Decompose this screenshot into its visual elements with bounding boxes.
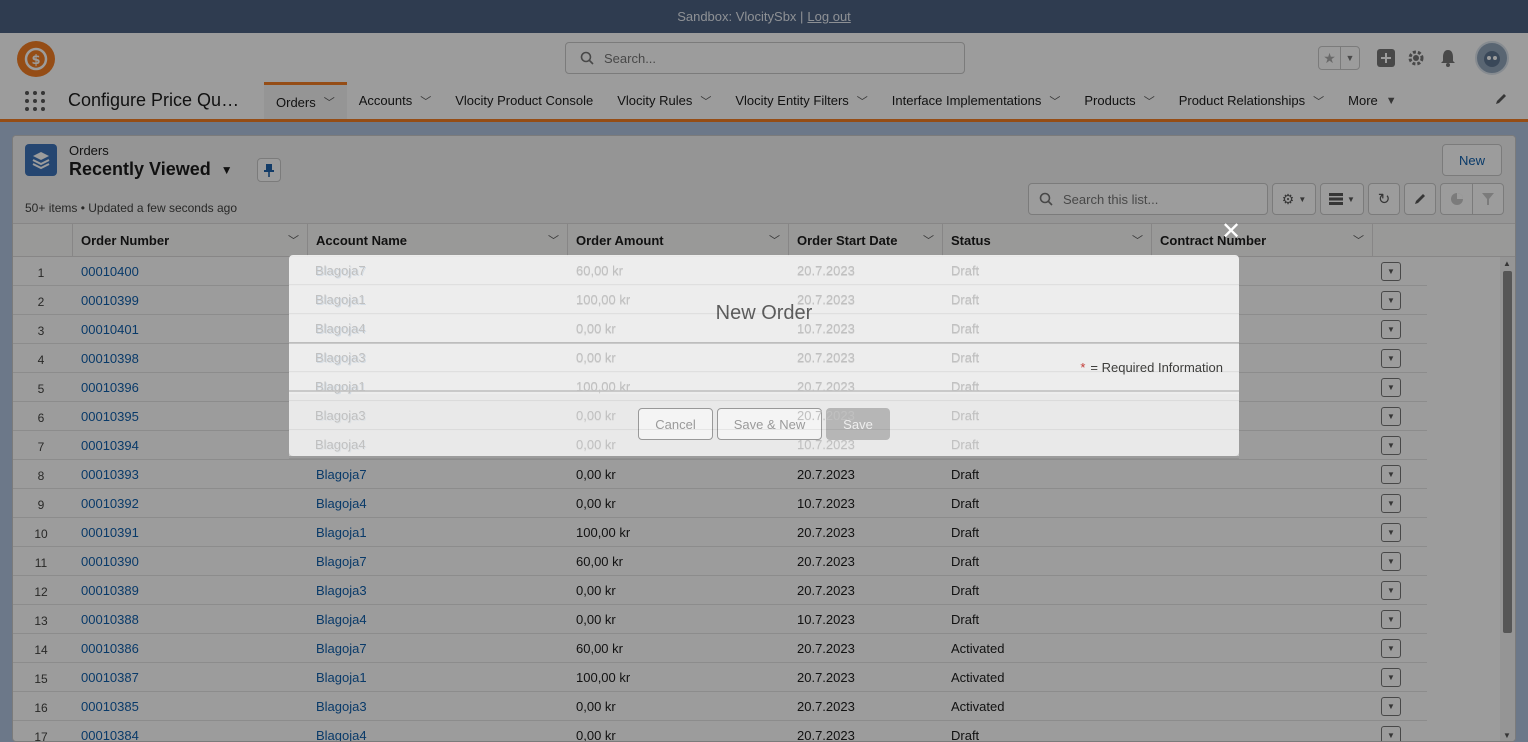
faded-row: Blagoja1 100,00 kr 20.7.2023 Draft [289,285,1239,314]
faded-amount: 100,00 kr [576,379,631,394]
faded-table-rows: Blagoja7 60,00 kr 20.7.2023 Draft Blagoja1 10… [289,256,1239,459]
faded-amount: 60,00 kr [576,263,623,278]
faded-row: Blagoja4 0,00 kr 10.7.2023 Draft [289,314,1239,343]
faded-status: Draft [951,379,980,394]
faded-status: Draft [951,437,980,452]
faded-date: 20.7.2023 [797,263,855,278]
faded-account: Blagoja3 [315,350,366,365]
close-icon[interactable]: ✕ [1218,218,1244,245]
faded-date: 20.7.2023 [797,292,855,307]
faded-status: Draft [951,292,980,307]
faded-date: 20.7.2023 [797,350,855,365]
faded-row: Blagoja7 60,00 kr 20.7.2023 Draft [289,256,1239,285]
faded-row: Blagoja3 0,00 kr 20.7.2023 Draft [289,343,1239,372]
faded-row: Blagoja4 0,00 kr 10.7.2023 Draft [289,430,1239,459]
faded-row: Blagoja3 0,00 kr 20.7.2023 Draft [289,401,1239,430]
faded-amount: 0,00 kr [576,321,616,336]
faded-row: Blagoja1 100,00 kr 20.7.2023 Draft [289,372,1239,401]
faded-account: Blagoja1 [315,292,366,307]
faded-account: Blagoja3 [315,408,366,423]
faded-date: 10.7.2023 [797,437,855,452]
faded-status: Draft [951,350,980,365]
faded-status: Draft [951,321,980,336]
faded-account: Blagoja4 [315,321,366,336]
faded-account: Blagoja7 [315,263,366,278]
faded-account: Blagoja1 [315,379,366,394]
faded-status: Draft [951,263,980,278]
faded-date: 20.7.2023 [797,379,855,394]
faded-status: Draft [951,408,980,423]
faded-date: 10.7.2023 [797,321,855,336]
faded-date: 20.7.2023 [797,408,855,423]
faded-amount: 0,00 kr [576,437,616,452]
faded-amount: 0,00 kr [576,408,616,423]
faded-amount: 100,00 kr [576,292,631,307]
faded-account: Blagoja4 [315,437,366,452]
faded-amount: 0,00 kr [576,350,616,365]
